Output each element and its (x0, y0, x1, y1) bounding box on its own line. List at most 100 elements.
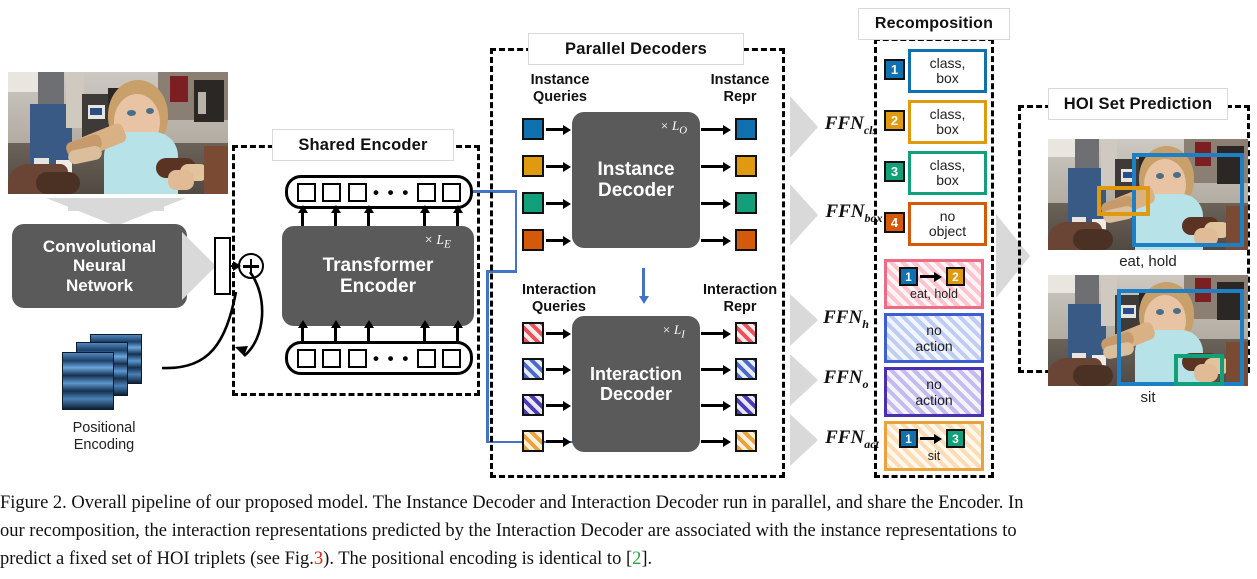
encoder-repeat-text: × L (424, 232, 444, 247)
figure-caption: Figure 2. Overall pipeline of our propos… (0, 489, 1257, 573)
instance-queries-label: Instance Queries (504, 72, 616, 105)
caption-line-3-part-a: predict a fixed set of HOI triplets (see… (0, 549, 314, 570)
instance-repr-line-2: Repr (723, 88, 757, 105)
triplet-subject-badge: 1 (899, 429, 918, 448)
encoder-token (441, 182, 461, 202)
recomposition-title: Recomposition (858, 8, 1010, 40)
interaction-query-square (522, 322, 544, 344)
caption-line-2: our recomposition, the interaction repre… (0, 521, 1017, 542)
interaction-decoder-line-2: Decoder (599, 384, 672, 404)
ffn-o-name: FFN (823, 367, 863, 388)
encoder-token (347, 348, 367, 368)
pe-line-2: Encoding (73, 436, 135, 453)
triplet-subject-text: 1 (905, 431, 912, 446)
encoder-input-tokens: • • • (285, 341, 473, 375)
instance-query-square (522, 155, 544, 177)
ffn-box-name: FFN (825, 201, 865, 222)
interaction-card: 1 2 eat, hold (884, 259, 984, 309)
instance-decoder-line-1: Instance (597, 158, 675, 180)
encoder-token (297, 348, 316, 368)
ffn-h-name: FFN (823, 307, 863, 328)
instance-decoder-line-2: Decoder (597, 180, 675, 201)
bbox-object (1097, 186, 1150, 216)
hoi-prediction-title-text: HOI Set Prediction (1063, 94, 1213, 113)
prediction-caption-2: sit (1140, 389, 1156, 406)
encoder-line-1: Transformer (322, 254, 434, 276)
triplet-object-text: 2 (952, 269, 959, 284)
instance-index-badge: 1 (884, 59, 905, 80)
encoder-repeat-label: × LE (424, 232, 451, 251)
shared-encoder-title: Shared Encoder (272, 129, 454, 161)
interaction-card-line-1: no (926, 322, 942, 338)
ffn-h-sub: h (862, 316, 869, 331)
instance-card-line-1: class, (929, 54, 966, 71)
interaction-repr-square (735, 394, 757, 416)
instance-query-square (522, 229, 544, 251)
prediction-image-1 (1048, 139, 1248, 250)
caption-line-3-part-c: ]. (641, 549, 653, 570)
interaction-queries-label: Interaction Queries (496, 282, 622, 315)
caption-ref-figure[interactable]: 3 (314, 549, 323, 569)
encoder-repeat-sub: E (444, 238, 451, 251)
interaction-card: no action (884, 313, 984, 363)
instance-index-badge: 4 (884, 212, 905, 233)
encoder-token (322, 348, 342, 368)
interaction-card-label: eat, hold (910, 287, 958, 301)
parallel-decoders-title-text: Parallel Decoders (565, 39, 707, 58)
instance-card-line-1: class, (929, 105, 966, 122)
instance-card-line-2: box (936, 70, 959, 86)
instance-card-line-2: box (936, 172, 959, 188)
encoder-output-tokens: • • • (285, 175, 473, 209)
shared-encoder-title-text: Shared Encoder (298, 135, 428, 154)
instance-repr-square (735, 192, 757, 214)
caption-line-1: Figure 2. Overall pipeline of our propos… (0, 493, 1024, 513)
instance-card-line-1: no (939, 207, 956, 224)
encoder-token (322, 182, 342, 202)
input-image (8, 72, 228, 194)
interaction-decoder-line-1: Interaction (589, 363, 682, 384)
interaction-query-square (522, 430, 544, 452)
interaction-query-square (522, 358, 544, 380)
recomposition-title-text: Recomposition (874, 15, 994, 32)
ffn-o-sub: o (862, 376, 869, 391)
interaction-repeat-sub: I (681, 328, 685, 341)
interaction-repr-square (735, 358, 757, 380)
interaction-repr-line-1: Interaction (702, 282, 778, 298)
figure-pipeline-diagram: Convolutional Neural Network Positional … (0, 0, 1257, 489)
instance-card: class, box (908, 49, 987, 93)
pe-line-1: Positional (72, 420, 136, 436)
interaction-card-line-2: action (915, 392, 953, 408)
ffn-cls-name: FFN (824, 113, 864, 134)
encoder-token (416, 348, 436, 368)
interaction-repr-square (735, 322, 757, 344)
instance-repr-label: Instance Repr (692, 72, 788, 105)
instance-queries-line-1: Instance (530, 72, 590, 88)
triplet-arrowhead (934, 271, 942, 282)
prediction-image-2 (1048, 275, 1248, 386)
prediction-caption-1: eat, hold (1119, 253, 1177, 270)
instance-card-line-2: box (936, 121, 959, 137)
triplet-object-badge: 2 (946, 267, 965, 286)
instance-repr-square (735, 229, 757, 251)
encoder-token-ellipsis: • • • (372, 182, 411, 202)
interaction-repeat-text: × L (662, 322, 682, 337)
interaction-repr-label: Interaction Repr (688, 282, 792, 315)
instance-query-square (522, 192, 544, 214)
caption-ref-citation[interactable]: 2 (632, 549, 641, 569)
encoder-token-ellipsis: • • • (372, 348, 411, 368)
instance-index-text: 2 (890, 113, 899, 128)
ffn-act-name: FFN (825, 427, 865, 448)
instance-repeat-text: × L (660, 118, 680, 133)
hoi-prediction-title: HOI Set Prediction (1048, 88, 1228, 120)
instance-index-badge: 2 (884, 110, 905, 131)
instance-card-line-1: class, (929, 156, 966, 173)
positional-encoding-cubes (62, 334, 152, 420)
encoder-token (297, 182, 316, 202)
instance-card-line-2: object (928, 223, 967, 239)
parallel-decoders-title: Parallel Decoders (528, 33, 744, 65)
interaction-card-label: sit (927, 449, 941, 463)
instance-repr-line-1: Instance (710, 72, 770, 88)
interaction-card-line-2: action (915, 338, 953, 354)
instance-index-text: 3 (890, 164, 899, 179)
interaction-repr-line-2: Repr (723, 298, 757, 315)
